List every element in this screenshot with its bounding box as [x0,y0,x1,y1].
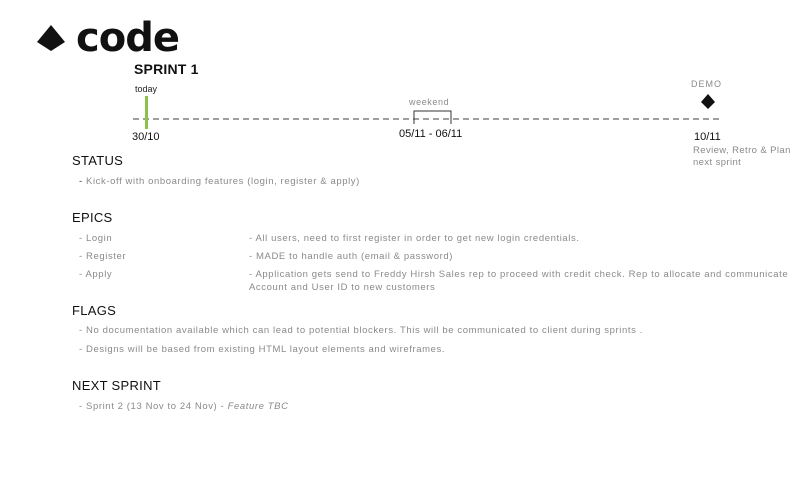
status-item: - Kick-off with onboarding features (log… [79,176,360,187]
epic-description: - Application gets send to Freddy Hirsh … [249,268,789,294]
bullet: - [79,269,83,280]
start-date: 30/10 [132,131,160,143]
bullet: - [249,269,253,280]
epic-description-text: Application gets send to Freddy Hirsh Sa… [249,269,789,293]
bullet: - [79,251,83,262]
weekend-range: 05/11 - 06/11 [399,128,463,140]
weekend-bracket [413,110,452,124]
epic-description-text: MADE to handle auth (email & password) [256,251,454,262]
epic-name: Apply [85,269,113,280]
today-label: today [135,84,158,94]
epics-heading: EPICS [72,210,113,225]
demo-note: Review, Retro & Plan next sprint [693,145,791,168]
next-sprint-item: - Sprint 2 (13 Nov to 24 Nov) - Feature … [79,401,289,412]
flag-item: - No documentation available which can l… [79,325,643,336]
status-heading: STATUS [72,153,124,168]
epic-description-text: All users, need to first register in ord… [255,233,580,244]
today-marker [145,96,148,129]
flags-heading: FLAGS [72,303,117,318]
next-sprint-heading: NEXT SPRINT [72,378,162,393]
next-sprint-feature: Feature TBC [227,401,289,412]
weekend-label: weekend [409,97,450,107]
bullet: - [79,176,83,187]
bullet: - [249,251,253,262]
epic-item-apply: - Apply [79,269,112,280]
epic-description: - All users, need to first register in o… [249,232,789,245]
bullet: - [79,325,83,336]
demo-marker-icon [701,94,715,109]
sprint-timeline: today 30/10 weekend 05/11 - 06/11 DEMO 1… [0,0,812,175]
bullet: - [79,344,83,355]
next-sprint-text: Sprint 2 (13 Nov to 24 Nov) - [86,401,225,412]
epic-description: - MADE to handle auth (email & password) [249,250,789,263]
status-item-text: Kick-off with onboarding features (login… [86,176,360,187]
flag-item-text: Designs will be based from existing HTML… [86,344,446,355]
epic-name: Register [86,251,127,262]
demo-date: 10/11 [694,131,721,143]
epic-item-register: - Register [79,251,126,262]
epic-name: Login [86,233,113,244]
demo-label: DEMO [691,79,722,89]
bullet: - [79,233,83,244]
flag-item: - Designs will be based from existing HT… [79,344,445,355]
epic-item-login: - Login [79,233,112,244]
flag-item-text: No documentation available which can lea… [86,325,643,336]
bullet: - [79,401,83,412]
bullet: - [249,233,253,244]
